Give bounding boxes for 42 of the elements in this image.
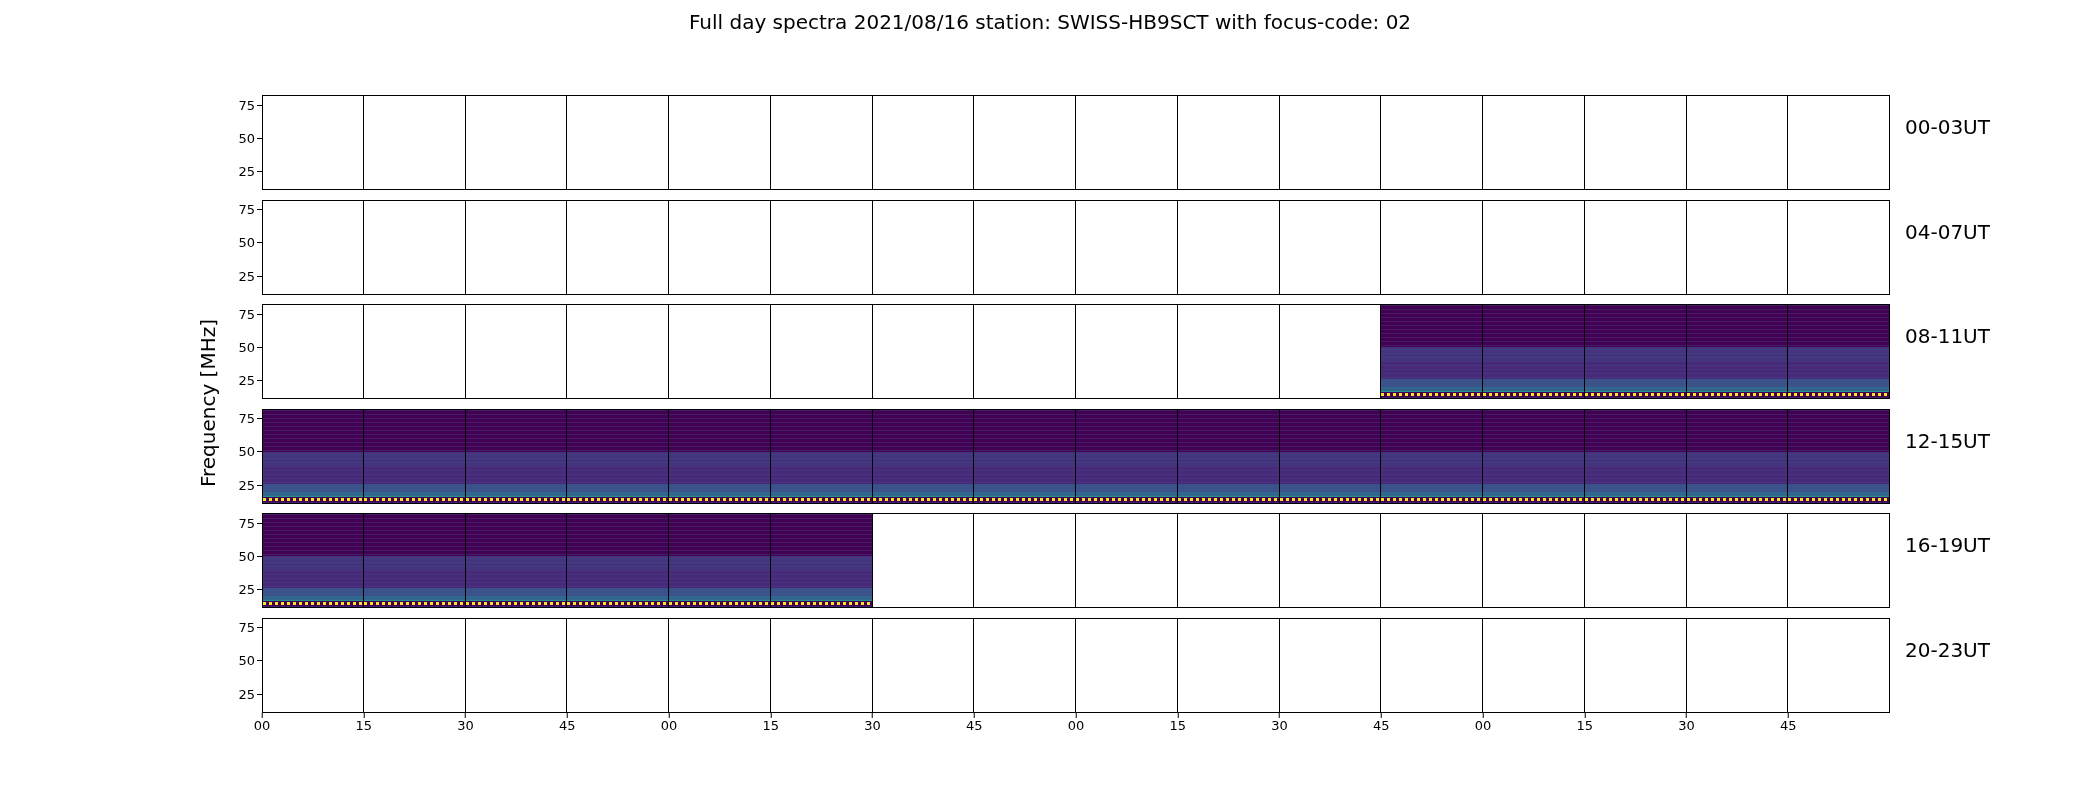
time-range-label: 12-15UT	[1904, 427, 1990, 455]
y-tick-label: 50	[238, 339, 255, 355]
time-range-label: 04-07UT	[1904, 218, 1990, 246]
x-tick-label: 00	[1067, 717, 1085, 734]
x-tick-label: 30	[457, 717, 474, 734]
y-tick-label: 25	[238, 686, 255, 701]
figure-title: Full day spectra 2021/08/16 station: SWISS-HB9SCT with focus-code: 02	[687, 9, 1413, 36]
x-tick-label: 30	[1678, 717, 1695, 734]
y-tick-label: 75	[238, 410, 255, 426]
y-tick-label: 50	[238, 443, 255, 459]
y-tick-label: 75	[238, 201, 255, 217]
y-axis-label: Frequency [MHz]	[196, 319, 220, 488]
x-tick-label: 00	[660, 717, 678, 734]
y-tick-label: 75	[238, 619, 255, 635]
x-tick-label: 15	[1169, 717, 1186, 734]
x-tick-label: 45	[1373, 717, 1390, 734]
y-tick-label: 25	[238, 268, 255, 283]
x-tick-label: 15	[355, 717, 372, 734]
time-range-label: 20-23UT	[1904, 636, 1990, 664]
x-tick-label: 45	[559, 717, 576, 734]
y-tick-label: 50	[238, 652, 255, 668]
x-tick-label: 30	[1271, 717, 1288, 734]
y-tick-label: 25	[238, 581, 255, 597]
y-tick-label: 50	[238, 548, 255, 564]
x-tick-label: 45	[966, 717, 983, 734]
y-tick-label: 25	[238, 163, 255, 179]
x-tick-label: 00	[1474, 717, 1492, 734]
time-range-label: 08-11UT	[1904, 323, 1990, 350]
x-tick-label: 45	[1780, 717, 1797, 734]
y-tick-label: 25	[238, 372, 255, 388]
x-tick-label: 15	[1576, 717, 1593, 734]
y-tick-label: 50	[238, 234, 255, 250]
y-tick-label: 75	[238, 306, 255, 321]
x-tick-label: 00	[253, 717, 271, 734]
time-range-label: 16-19UT	[1904, 532, 1990, 559]
y-tick-label: 25	[238, 477, 255, 492]
x-tick-label: 15	[762, 717, 779, 734]
time-range-label: 00-03UT	[1904, 114, 1990, 141]
x-tick-label: 30	[864, 717, 881, 734]
y-tick-label: 75	[238, 97, 255, 112]
y-tick-label: 75	[238, 515, 255, 530]
y-tick-label: 50	[238, 130, 255, 146]
